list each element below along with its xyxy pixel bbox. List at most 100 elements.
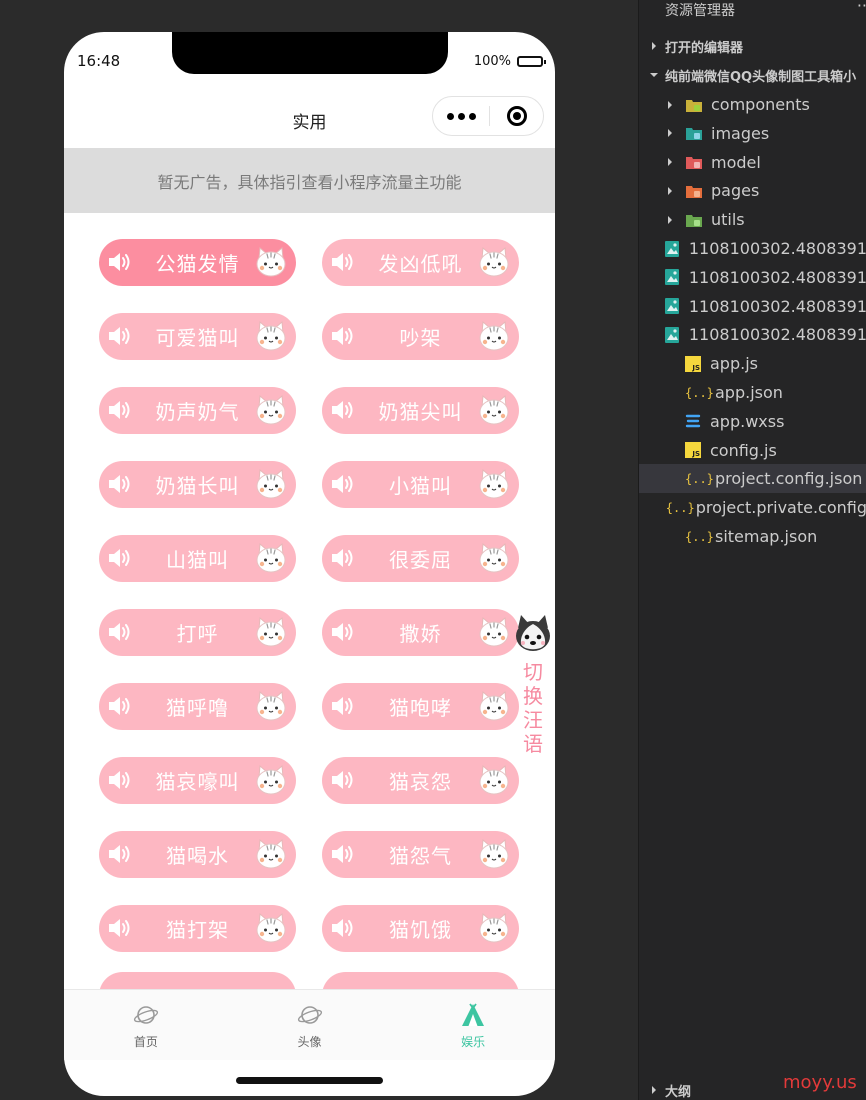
- cat-face-icon: [256, 690, 286, 721]
- close-miniprogram-icon[interactable]: [490, 106, 543, 126]
- tab-entertainment[interactable]: 娱乐: [391, 990, 555, 1060]
- file-name: 1108100302.4808391: [688, 296, 866, 316]
- section-label: 大纲: [665, 1084, 692, 1100]
- tab-label: 首页: [133, 1035, 158, 1049]
- file-item[interactable]: {..} sitemap.json: [639, 522, 866, 551]
- menu-capsule: [432, 96, 544, 136]
- speaker-icon: [109, 697, 130, 715]
- sound-button[interactable]: 打呼: [99, 609, 296, 656]
- cat-face-icon: [256, 542, 286, 573]
- speaker-icon: [332, 623, 353, 641]
- sound-button[interactable]: 猫怨气: [322, 831, 519, 878]
- sound-button[interactable]: 山猫叫: [99, 535, 296, 582]
- speaker-icon: [109, 845, 130, 863]
- home-indicator: [236, 1077, 383, 1084]
- file-item[interactable]: 1108100302.4808391: [639, 320, 866, 349]
- sound-button[interactable]: 奶猫长叫: [99, 461, 296, 508]
- js-file-icon: JS: [685, 442, 701, 459]
- notch: [172, 32, 448, 74]
- file-item[interactable]: JS config.js: [639, 436, 866, 465]
- phone-simulator: 16:48 100% 实用 暂无广告，具体指引查看小程序流量主功能 公猫发情 发凶…: [64, 32, 555, 1096]
- sound-button[interactable]: 奶声奶气: [99, 387, 296, 434]
- section-open-editors[interactable]: 打开的编辑器: [649, 32, 743, 60]
- file-name: project.private.config: [695, 498, 866, 518]
- speaker-icon: [332, 475, 353, 493]
- file-item[interactable]: 1108100302.4808391: [639, 234, 866, 263]
- file-item[interactable]: {..} app.json: [639, 378, 866, 407]
- tab-home[interactable]: 首页: [64, 990, 228, 1060]
- switch-dog-language[interactable]: 切换汪语: [510, 612, 555, 756]
- sound-button[interactable]: 公猫发情: [99, 239, 296, 286]
- cat-face-icon: [256, 246, 286, 277]
- section-outline[interactable]: 大纲: [649, 1078, 691, 1100]
- json-file-icon: {..}: [685, 385, 714, 400]
- file-name: 1108100302.4808391: [688, 325, 866, 345]
- chevron-right-icon: [668, 186, 672, 195]
- sound-button[interactable]: 发凶低吼: [322, 239, 519, 286]
- sound-button[interactable]: 很委屈: [322, 535, 519, 582]
- cat-face-icon: [479, 690, 509, 721]
- sound-button[interactable]: 吵架: [322, 313, 519, 360]
- folder-orange-icon: [686, 185, 702, 198]
- folder-item[interactable]: images: [639, 119, 866, 148]
- file-name: sitemap.json: [715, 527, 818, 546]
- cat-face-icon: [479, 394, 509, 425]
- sound-button-partial[interactable]: [99, 972, 296, 990]
- speaker-icon: [109, 919, 130, 937]
- css-file-icon: [685, 415, 701, 428]
- sound-button-partial[interactable]: [322, 972, 519, 990]
- sound-button[interactable]: 猫喝水: [99, 831, 296, 878]
- file-item[interactable]: {..} project.config.json: [639, 464, 866, 494]
- partial-row: [64, 972, 555, 990]
- project-name: 纯前端微信QQ头像制图工具箱小: [665, 69, 857, 85]
- file-item[interactable]: {..} project.private.config: [639, 493, 866, 522]
- cat-face-icon: [479, 320, 509, 351]
- planet-icon: [297, 1006, 322, 1024]
- folder-item[interactable]: pages: [639, 176, 866, 205]
- sound-button[interactable]: 猫呼噜: [99, 683, 296, 730]
- chevron-right-icon: [652, 42, 656, 50]
- file-item[interactable]: 1108100302.4808391: [639, 292, 866, 321]
- cat-face-icon: [256, 616, 286, 647]
- file-item[interactable]: JS app.js: [639, 349, 866, 378]
- tab-avatar[interactable]: 头像: [228, 990, 392, 1060]
- cat-face-icon: [479, 246, 509, 277]
- battery-percent: 100%: [473, 54, 511, 69]
- file-explorer: 资源管理器 ·· 打开的编辑器 纯前端微信QQ头像制图工具箱小 componen…: [638, 0, 866, 1100]
- file-item[interactable]: app.wxss: [639, 407, 866, 436]
- planet-icon: [133, 1006, 158, 1024]
- json-file-icon: {..}: [685, 529, 714, 544]
- folder-item[interactable]: components: [639, 90, 866, 119]
- sound-button-grid: 公猫发情 发凶低吼 可爱猫叫 吵架 奶声奶气 奶猫尖叫 奶猫长叫 小猫叫 山猫叫 很委屈 打呼 撒娇猫…: [99, 239, 519, 952]
- sound-button[interactable]: 可爱猫叫: [99, 313, 296, 360]
- more-actions-icon[interactable]: ··: [857, 0, 866, 15]
- speaker-icon: [332, 327, 353, 345]
- cat-face-icon: [256, 764, 286, 795]
- image-file-icon: [664, 269, 679, 286]
- folder-item[interactable]: model: [639, 148, 866, 177]
- tab-label: 头像: [297, 1035, 322, 1049]
- sound-button[interactable]: 撒娇: [322, 609, 519, 656]
- folder-yellow-icon: [686, 99, 702, 112]
- file-name: app.wxss: [710, 411, 785, 431]
- sound-button[interactable]: 猫咆哮: [322, 683, 519, 730]
- sound-button[interactable]: 小猫叫: [322, 461, 519, 508]
- section-project[interactable]: 纯前端微信QQ头像制图工具箱小: [649, 61, 856, 89]
- sound-button[interactable]: 猫哀嚎叫: [99, 757, 296, 804]
- chevron-right-icon: [668, 129, 672, 138]
- file-item[interactable]: 1108100302.4808391: [639, 263, 866, 292]
- battery-icon: [517, 56, 546, 67]
- speaker-icon: [332, 253, 353, 271]
- more-menu-icon[interactable]: [433, 112, 489, 120]
- sound-button[interactable]: 猫哀怨: [322, 757, 519, 804]
- speaker-icon: [332, 697, 353, 715]
- sound-button[interactable]: 猫饥饿: [322, 905, 519, 952]
- speaker-icon: [109, 327, 130, 345]
- folder-item[interactable]: utils: [639, 205, 866, 234]
- file-name: model: [711, 152, 761, 172]
- switch-text: 切换汪语: [523, 660, 543, 756]
- sound-button[interactable]: 猫打架: [99, 905, 296, 952]
- sound-button[interactable]: 奶猫尖叫: [322, 387, 519, 434]
- file-name: app.json: [715, 383, 783, 402]
- speaker-icon: [109, 549, 130, 567]
